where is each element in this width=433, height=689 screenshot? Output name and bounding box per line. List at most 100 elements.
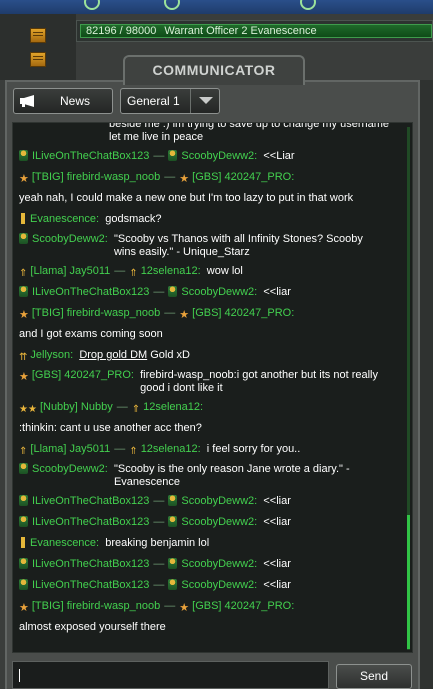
recipient-name[interactable]: ScoobyDeww2: [181,516,257,528]
rank-bar-icon [21,537,25,548]
rank-xp: 82196 / 98000 [86,25,157,37]
recipient-name[interactable]: [GBS] 420247_PRO: [192,600,294,612]
chat-message: ★ [TBIG] firebird-wasp_noob — ★ [GBS] 420247… [19,600,295,614]
message-text: <<Liar [263,150,295,162]
chat-message: and I got exams coming soon [19,324,399,345]
sender-name[interactable]: ILiveOnTheChatBox123 [32,150,149,162]
rank-badge-icon [19,150,28,161]
chevron-rank-icon: ⇑ [129,268,138,279]
browser-top-strip [0,0,433,14]
recipient-name[interactable]: [GBS] 420247_PRO: [192,307,294,319]
chat-message: ⇑ [Llama] Jay5011— ⇑ 12selena12: i feel sor… [19,443,301,457]
message-text: and I got exams coming soon [19,328,163,340]
rank-badge-icon [19,516,28,527]
sender-name[interactable]: Evanescence: [30,537,99,549]
rank-badge-icon [168,516,178,527]
text-caret [19,669,20,682]
sender-name[interactable]: ILiveOnTheChatBox123 [32,558,149,570]
sender-name[interactable]: [TBIG] firebird-wasp_noob [32,307,160,319]
chat-message: ILiveOnTheChatBox123— ScoobyDeww2: <<liar [19,575,399,596]
chevron-rank-icon: ⇑ [129,446,138,457]
message-text: <<liar [263,495,291,507]
rank-badge-icon [19,558,28,569]
recipient-name[interactable]: 12selena12: [141,265,201,277]
recipient-name[interactable]: 12selena12: [141,443,201,455]
recipient-name[interactable]: ScoobyDeww2: [181,579,257,591]
sender-name[interactable]: [TBIG] firebird-wasp_noob [32,171,160,183]
rank-badge-icon [168,286,178,297]
chat-message: ⇑ [Llama] Jay5011— ⇑ 12selena12: wow lol [19,265,243,279]
message-text: <<liar [263,579,291,591]
chat-message: almost exposed yourself there [19,617,399,638]
sender-name[interactable]: ScoobyDeww2: [32,463,108,475]
channel-select[interactable]: General 1 [120,88,220,114]
star-rank-icon: ★ [19,371,29,383]
rank-badge-icon [19,286,28,297]
folder-icon[interactable] [30,52,46,67]
scrollbar-thumb[interactable] [407,515,410,649]
sender-name[interactable]: ILiveOnTheChatBox123 [32,579,149,591]
message-text: "Scooby is the only reason Jane wrote a … [113,463,350,488]
channel-dropdown-button[interactable] [190,89,219,113]
chevron-down-icon [199,97,213,104]
sender-name[interactable]: [GBS] 420247_PRO: [32,369,134,381]
news-button-label: News [60,94,91,108]
rank-badge-icon [168,150,178,161]
tab-indicator-icon [164,0,180,10]
recipient-name[interactable]: ScoobyDeww2: [181,286,257,298]
sender-name[interactable]: Jellyson: [30,349,73,361]
star-rank-icon: ★ [179,173,190,185]
rank-badge-icon [168,558,178,569]
rank-progress-fill: 82196 / 98000 Warrant Officer 2 Evanescen… [80,24,432,38]
message-link[interactable]: Drop gold DM [79,349,147,361]
chat-message: Evanescence: godsmack? [19,209,399,230]
panel-edge [420,80,433,689]
message-text: godsmack? [105,213,162,225]
message-text: i feel sorry for you.. [206,443,301,455]
chat-message: ★ [TBIG] firebird-wasp_noob — ★ [GBS] 420247… [19,171,295,185]
recipient-name[interactable]: ScoobyDeww2: [181,495,257,507]
rank-badge-icon [19,495,28,506]
sender-name[interactable]: [Llama] Jay5011 [30,265,110,277]
sender-name[interactable]: ILiveOnTheChatBox123 [32,286,149,298]
chat-message: :thinkin: cant u use another acc then? [19,418,399,439]
recipient-name[interactable]: 12selena12: [143,401,203,413]
channel-select-value: General 1 [127,94,180,108]
sender-name[interactable]: ILiveOnTheChatBox123 [32,495,149,507]
rank-badge-icon [19,463,28,474]
news-button[interactable]: News [13,88,113,114]
rank-badge-icon [168,579,178,590]
chat-message: beside me :) im trying to save up to cha… [19,123,399,146]
sender-name[interactable]: Evanescence: [30,213,99,225]
chevron-rank-icon: ⇑ [131,404,141,415]
chat-message: yeah nah, I could make a new one but I'm… [19,188,399,209]
recipient-name[interactable]: ScoobyDeww2: [181,150,257,162]
chat-message: ILiveOnTheChatBox123— ScoobyDeww2: <<liar [19,554,399,575]
chat-message: ILiveOnTheChatBox123— ScoobyDeww2: <<liar [19,512,399,533]
folder-icon[interactable] [30,28,46,43]
message-list: beside me :) im trying to save up to cha… [19,123,399,638]
chat-message: ★ [TBIG] firebird-wasp_noob — ★ [GBS] 420247… [19,307,295,321]
rank-progress-bar: 82196 / 98000 Warrant Officer 2 Evanescen… [76,20,433,42]
send-button[interactable]: Send [336,664,412,689]
sender-name[interactable]: [Nubby] Nubby [40,401,113,413]
message-text: yeah nah, I could make a new one but I'm… [19,192,354,204]
rank-title: Warrant Officer 2 Evanescence [164,25,317,37]
sender-name[interactable]: [Llama] Jay5011 [30,443,110,455]
chevron-rank-icon: ⇑ [19,446,28,457]
recipient-name[interactable]: [GBS] 420247_PRO: [192,171,294,183]
chat-message: ScoobyDeww2: "Scooby vs Thanos with all … [19,230,399,261]
chevron-rank-icon: ★★ [19,404,37,415]
message-text: <<liar [263,558,291,570]
sender-name[interactable]: ScoobyDeww2: [32,233,108,245]
side-icon-strip [0,14,76,80]
sender-name[interactable]: ILiveOnTheChatBox123 [32,516,149,528]
rank-bar-icon [21,213,25,224]
chat-input[interactable] [12,661,329,689]
chat-log[interactable]: beside me :) im trying to save up to cha… [12,122,413,653]
sender-name[interactable]: [TBIG] firebird-wasp_noob [32,600,160,612]
chevron-rank-icon: ⇈ [19,352,28,363]
message-text: breaking benjamin lol [105,537,210,549]
chat-message: Evanescence: breaking benjamin lol [19,533,399,554]
recipient-name[interactable]: ScoobyDeww2: [181,558,257,570]
